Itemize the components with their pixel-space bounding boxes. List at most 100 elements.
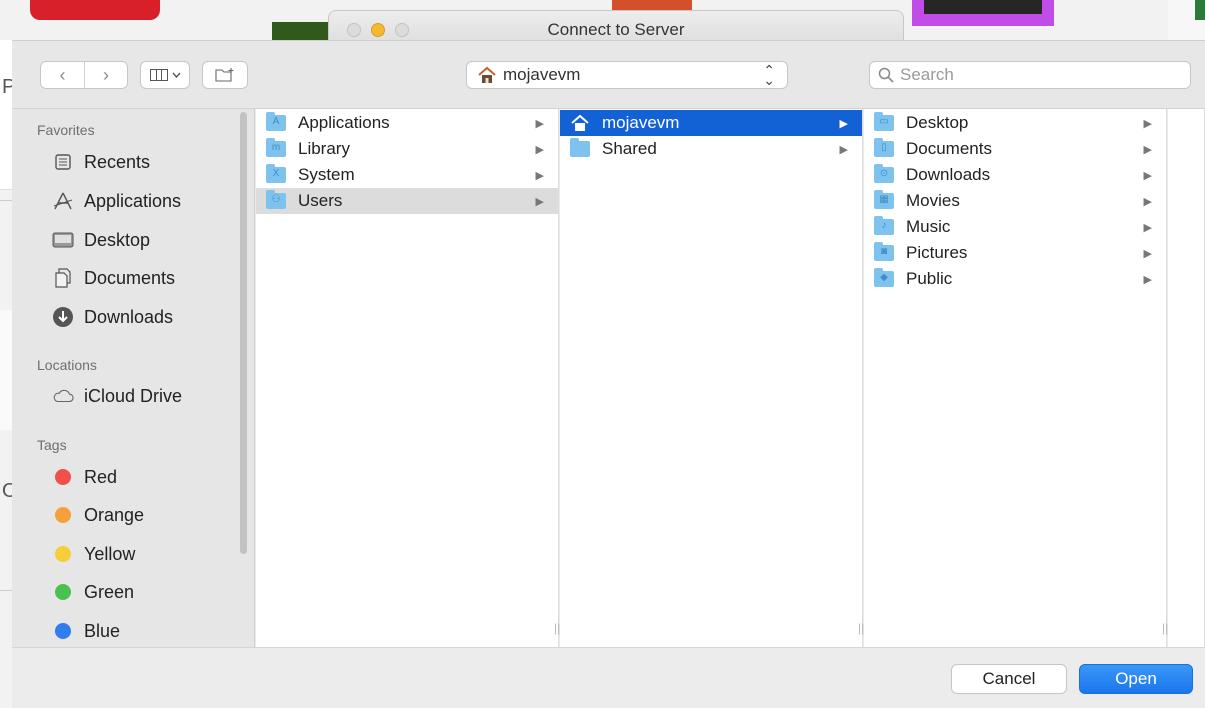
sidebar: Favorites Recents Applications Desktop D… <box>12 109 255 647</box>
list-item-movies[interactable]: ▦ Movies ▶ <box>864 188 1166 214</box>
search-input[interactable]: Search <box>869 61 1191 89</box>
path-popup-button[interactable]: mojavevm ⌃ ⌄ <box>466 61 788 89</box>
search-icon <box>878 67 894 83</box>
list-item-documents[interactable]: ▯ Documents ▶ <box>864 136 1166 162</box>
list-item-label: mojavevm <box>602 113 680 132</box>
documents-folder-icon: ▯ <box>874 138 894 157</box>
list-item-label: Shared <box>602 139 657 158</box>
browser-column-users: mojavevm ▶ Shared ▶ || <box>560 109 864 647</box>
cancel-button[interactable]: Cancel <box>951 664 1067 694</box>
disclosure-arrow-icon: ▶ <box>1143 117 1152 130</box>
disclosure-arrow-icon: ▶ <box>839 143 848 156</box>
music-folder-icon: ♪ <box>874 216 894 235</box>
locations-header: Locations <box>37 357 97 373</box>
desktop-icon <box>52 229 74 251</box>
browser-column-empty <box>1168 109 1205 647</box>
sidebar-item-label: Documents <box>84 267 176 288</box>
open-button[interactable]: Open <box>1079 664 1193 694</box>
tag-color-dot <box>55 584 71 600</box>
disclosure-arrow-icon: ▶ <box>1143 273 1152 286</box>
list-item-pictures[interactable]: ◙ Pictures ▶ <box>864 240 1166 266</box>
sidebar-item-label: Orange <box>84 504 145 525</box>
window-title: Connect to Server <box>547 20 685 39</box>
disclosure-arrow-icon: ▶ <box>535 143 544 156</box>
list-item-label: System <box>298 165 355 184</box>
list-item-label: Desktop <box>906 113 969 132</box>
background-magenta-block <box>912 0 1054 26</box>
sidebar-item-label: Green <box>84 581 135 602</box>
background-green-block <box>1195 0 1205 20</box>
list-item-label: Downloads <box>906 165 991 184</box>
list-item-mojavevm[interactable]: mojavevm ▶ <box>560 110 862 136</box>
sidebar-tag-red[interactable]: Red <box>52 462 117 492</box>
sidebar-tag-blue[interactable]: Blue <box>52 616 120 646</box>
sidebar-item-documents[interactable]: Documents <box>52 263 175 293</box>
column-view-icon <box>149 69 168 81</box>
list-item-public[interactable]: ◆ Public ▶ <box>864 266 1166 292</box>
sidebar-item-desktop[interactable]: Desktop <box>52 225 150 255</box>
library-folder-icon: m <box>266 138 286 157</box>
disclosure-arrow-icon: ▶ <box>535 195 544 208</box>
list-item-label: Applications <box>298 113 390 132</box>
sidebar-tag-green[interactable]: Green <box>52 577 134 607</box>
list-item-downloads[interactable]: ⊙ Downloads ▶ <box>864 162 1166 188</box>
desktop-folder-icon: ▭ <box>874 112 894 131</box>
list-item-music[interactable]: ♪ Music ▶ <box>864 214 1166 240</box>
updown-chevron-icon: ⌃ ⌄ <box>763 62 775 88</box>
home-folder-icon <box>571 114 589 131</box>
disclosure-arrow-icon: ▶ <box>1143 143 1152 156</box>
sidebar-item-icloud-drive[interactable]: iCloud Drive <box>52 381 182 411</box>
sidebar-scrollbar[interactable] <box>240 112 247 554</box>
list-item-users[interactable]: ⚇ Users ▶ <box>256 188 558 214</box>
sidebar-item-label: Red <box>84 466 118 487</box>
list-item-label: Pictures <box>906 243 968 262</box>
disclosure-arrow-icon: ▶ <box>1143 195 1152 208</box>
sidebar-item-applications[interactable]: Applications <box>52 186 181 216</box>
view-mode-button[interactable] <box>140 61 190 89</box>
sidebar-item-downloads[interactable]: Downloads <box>52 302 173 332</box>
sidebar-item-label: Applications <box>84 190 182 211</box>
downloads-folder-icon: ⊙ <box>874 164 894 183</box>
sidebar-tag-yellow[interactable]: Yellow <box>52 539 135 569</box>
chevron-left-icon: ‹ <box>59 64 66 85</box>
disclosure-arrow-icon: ▶ <box>535 169 544 182</box>
folder-icon <box>570 138 590 157</box>
chevron-down-icon <box>171 72 181 78</box>
dialog-toolbar: ‹ › mojavevm ⌃ ⌄ Search <box>12 41 1205 109</box>
list-item-label: Documents <box>906 139 992 158</box>
tag-color-dot <box>55 507 71 523</box>
browser-column-root: A Applications ▶ m Library ▶ X System ▶ … <box>256 109 560 647</box>
path-label: mojavevm <box>503 65 581 84</box>
users-folder-icon: ⚇ <box>266 190 286 209</box>
list-item-library[interactable]: m Library ▶ <box>256 136 558 162</box>
sidebar-item-recents[interactable]: Recents <box>52 147 150 177</box>
documents-icon <box>52 267 74 289</box>
disclosure-arrow-icon: ▶ <box>1143 247 1152 260</box>
disclosure-arrow-icon: ▶ <box>1143 221 1152 234</box>
list-item-label: Users <box>298 191 343 210</box>
new-folder-icon <box>215 68 234 82</box>
sidebar-item-label: iCloud Drive <box>84 385 183 406</box>
tags-header: Tags <box>37 437 67 453</box>
list-item-system[interactable]: X System ▶ <box>256 162 558 188</box>
applications-folder-icon: A <box>266 112 286 131</box>
back-button[interactable]: ‹ <box>41 62 84 88</box>
list-item-applications[interactable]: A Applications ▶ <box>256 110 558 136</box>
sidebar-tag-orange[interactable]: Orange <box>52 500 144 530</box>
new-folder-button[interactable] <box>202 61 248 89</box>
sidebar-item-label: Blue <box>84 620 121 641</box>
list-item-shared[interactable]: Shared ▶ <box>560 136 862 162</box>
favorites-header: Favorites <box>37 122 95 138</box>
browser-column-home: ▭ Desktop ▶ ▯ Documents ▶ ⊙ Downloads ▶ … <box>864 109 1168 647</box>
disclosure-arrow-icon: ▶ <box>1143 169 1152 182</box>
chevron-right-icon: › <box>103 64 109 85</box>
forward-button[interactable]: › <box>84 62 127 88</box>
search-placeholder: Search <box>900 65 954 84</box>
list-item-label: Library <box>298 139 350 158</box>
sidebar-item-label: Desktop <box>84 229 151 250</box>
movies-folder-icon: ▦ <box>874 190 894 209</box>
list-item-desktop[interactable]: ▭ Desktop ▶ <box>864 110 1166 136</box>
recents-icon <box>52 151 74 173</box>
disclosure-arrow-icon: ▶ <box>839 117 848 130</box>
pictures-folder-icon: ◙ <box>874 242 894 261</box>
